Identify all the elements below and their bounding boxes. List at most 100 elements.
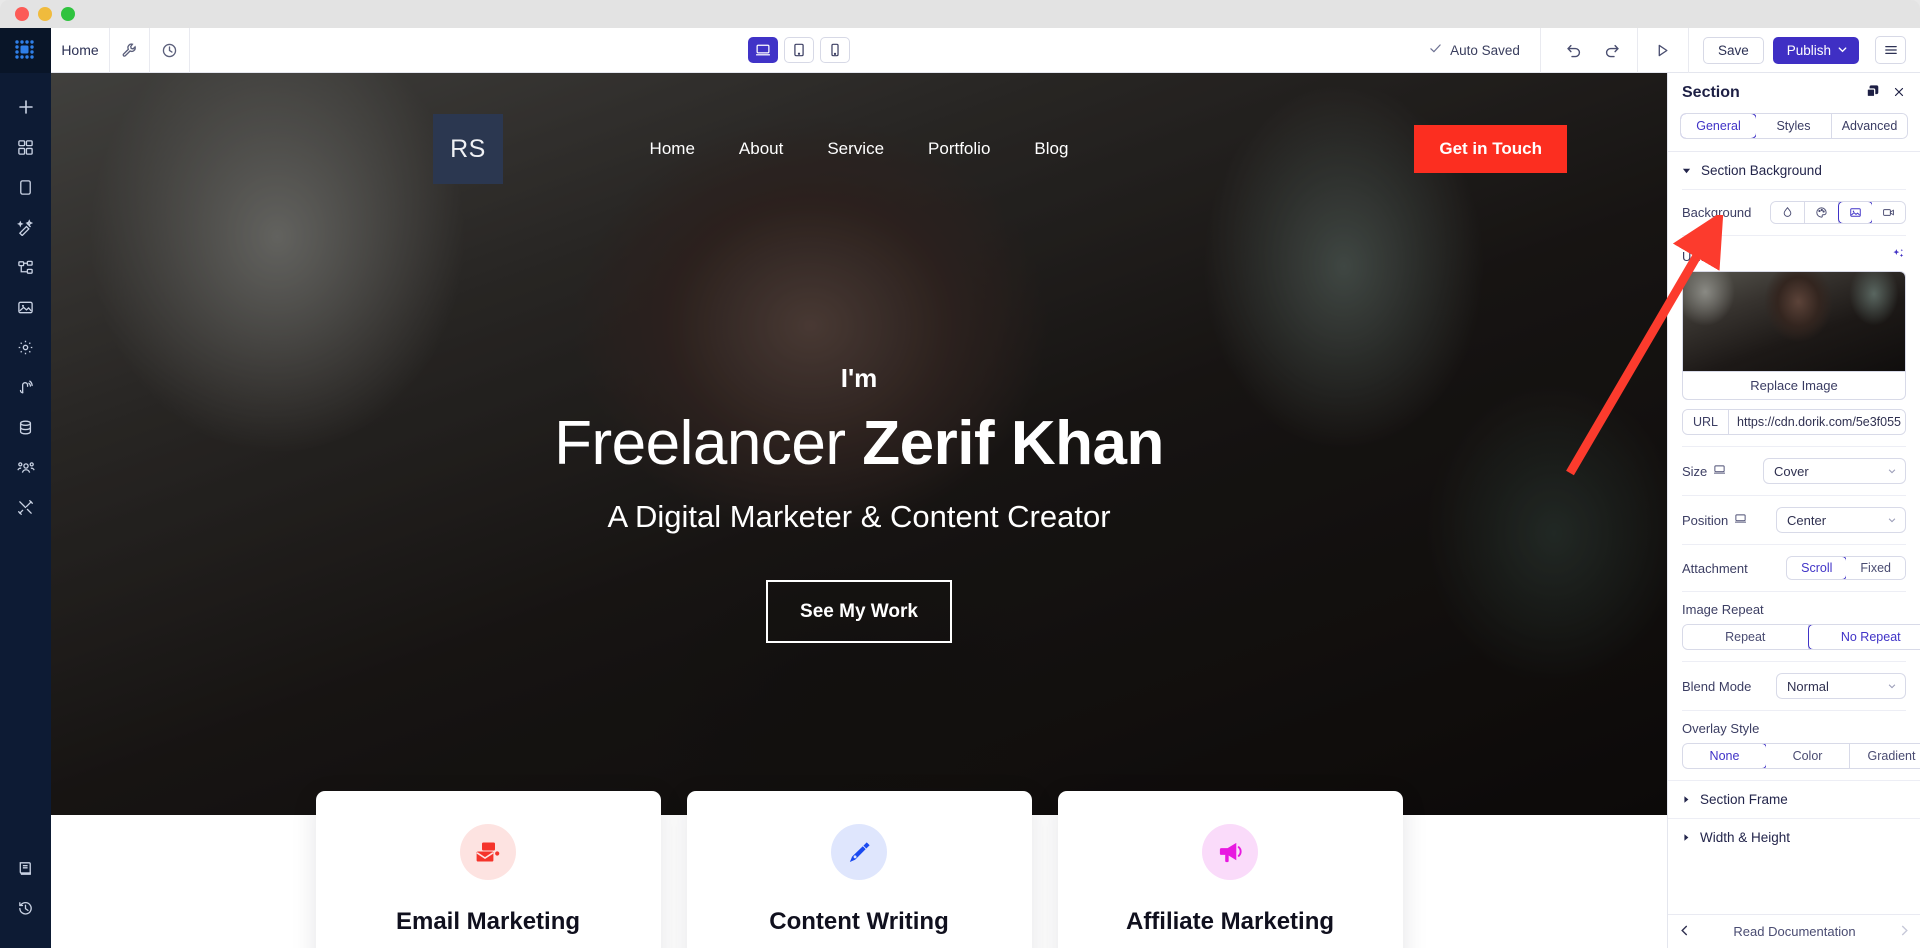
tab-advanced[interactable]: Advanced [1832,114,1907,138]
bg-gradient-button[interactable] [1805,202,1839,223]
close-icon[interactable] [1892,85,1906,102]
sidebar-item-pages[interactable] [0,167,51,207]
sidebar-item-members[interactable] [0,447,51,487]
clock-icon[interactable] [150,27,190,73]
window-close-button[interactable] [15,7,29,21]
accordion-section-background[interactable]: Section Background [1668,152,1920,189]
bg-video-button[interactable] [1872,202,1905,223]
tab-styles[interactable]: Styles [1756,114,1832,138]
image-url-input[interactable]: https://cdn.dorik.com/5e3f055 [1729,410,1905,434]
sidebar-item-layers[interactable] [0,247,51,287]
position-select[interactable]: Center [1776,507,1906,533]
attachment-scroll-button[interactable]: Scroll [1787,557,1848,579]
attachment-label: Attachment [1682,560,1748,576]
service-card[interactable]: Content Writing Early adopters holy grai… [686,791,1032,948]
get-in-touch-button[interactable]: Get in Touch [1414,125,1567,173]
sidebar-item-tools[interactable] [0,487,51,527]
page-canvas[interactable]: RS Home About Service Portfolio Blog Get… [51,73,1667,948]
page-name-label[interactable]: Home [51,27,110,73]
ai-sparkle-icon[interactable] [1891,247,1906,265]
bg-solid-color-button[interactable] [1771,202,1805,223]
nav-link-about[interactable]: About [739,139,783,159]
dorik-dots-logo-icon[interactable] [0,28,51,73]
blend-mode-label: Blend Mode [1682,678,1752,694]
hero-content: RS Home About Service Portfolio Blog Get… [51,73,1667,815]
hero-section[interactable]: RS Home About Service Portfolio Blog Get… [51,73,1667,815]
overlay-color-button[interactable]: Color [1766,744,1850,768]
image-repeat-button[interactable]: Repeat [1683,625,1809,649]
section-frame-label: Section Frame [1700,792,1788,807]
attachment-group: Scroll Fixed [1786,556,1906,580]
panel-title: Section [1682,84,1740,101]
hero-subtitle: A Digital Marketer & Content Creator [607,499,1111,534]
overlay-style-group: None Color Gradient [1682,743,1920,769]
device-tablet-button[interactable] [784,37,815,63]
accordion-width-height[interactable]: Width & Height [1668,819,1920,856]
device-mobile-button[interactable] [820,37,851,63]
device-desktop-button[interactable] [748,37,779,63]
overlay-gradient-button[interactable]: Gradient [1850,744,1920,768]
background-image-thumbnail[interactable] [1682,271,1906,371]
wrench-icon[interactable] [110,27,150,73]
sidebar-item-add[interactable] [0,87,51,127]
background-image-preview-wrap: Replace Image [1682,271,1906,400]
sidebar-item-docs[interactable] [0,848,51,888]
chevron-down-icon [1887,464,1897,479]
hero-title: Freelancer Zerif Khan [51,408,1667,479]
publish-button[interactable]: Publish [1772,36,1859,64]
section-settings-panel: Section General Styles Advanced Section … [1667,73,1920,948]
nav-link-service[interactable]: Service [827,139,884,159]
chevron-right-icon [1682,830,1690,845]
nav-link-home[interactable]: Home [650,139,695,159]
blend-mode-select[interactable]: Normal [1776,673,1906,699]
desktop-icon[interactable] [1713,463,1726,479]
desktop-icon[interactable] [1734,512,1747,528]
service-card[interactable]: Affiliate Marketing Early adopters holy … [1057,791,1403,948]
background-type-row: Background [1668,190,1920,235]
sidebar-bottom-items [0,848,51,948]
sidebar-item-blocks[interactable] [0,127,51,167]
attachment-row: Attachment Scroll Fixed [1668,545,1920,591]
overlay-none-button[interactable]: None [1683,744,1767,768]
read-documentation-link[interactable]: Read Documentation [1691,924,1898,939]
sidebar-item-integrations[interactable] [0,367,51,407]
sidebar-item-cms[interactable] [0,407,51,447]
undo-icon[interactable] [1555,28,1593,73]
service-card-title: Email Marketing [395,908,581,935]
chevron-down-icon [1887,513,1897,528]
accordion-section-frame[interactable]: Section Frame [1668,781,1920,818]
size-select[interactable]: Cover [1763,458,1906,484]
attachment-fixed-button[interactable]: Fixed [1846,557,1905,579]
pen-nib-icon [831,824,887,880]
sidebar-item-settings[interactable] [0,327,51,367]
redo-icon[interactable] [1593,28,1631,73]
service-card[interactable]: Email Marketing Early adopters holy grai… [315,791,661,948]
image-url-field[interactable]: URL https://cdn.dorik.com/5e3f055 [1682,409,1906,435]
sidebar-item-history[interactable] [0,888,51,928]
width-height-label: Width & Height [1700,830,1791,845]
device-preview-toggle [748,37,851,63]
window-minimize-button[interactable] [38,7,52,21]
position-row: Position Center [1668,496,1920,544]
tab-general[interactable]: General [1681,114,1757,138]
see-my-work-button[interactable]: See My Work [766,580,952,643]
nav-link-portfolio[interactable]: Portfolio [928,139,990,159]
preview-play-icon[interactable] [1644,28,1682,73]
hero-title-regular: Freelancer [554,409,863,478]
nav-link-blog[interactable]: Blog [1034,139,1068,159]
save-button[interactable]: Save [1702,36,1764,64]
hamburger-menu-button[interactable] [1875,36,1906,64]
chevron-left-icon[interactable] [1678,924,1691,940]
accordion-label: Section Background [1701,163,1822,178]
replace-image-button[interactable]: Replace Image [1682,371,1906,400]
sidebar-item-design[interactable] [0,207,51,247]
chevron-right-icon [1682,792,1690,807]
chevron-right-icon[interactable] [1898,924,1911,940]
bg-image-button[interactable] [1838,202,1873,223]
hero-eyebrow: I'm [840,363,878,393]
panel-header-actions [1865,84,1906,102]
duplicate-icon[interactable] [1865,84,1880,102]
window-maximize-button[interactable] [61,7,75,21]
sidebar-item-media[interactable] [0,287,51,327]
image-no-repeat-button[interactable]: No Repeat [1807,625,1920,649]
